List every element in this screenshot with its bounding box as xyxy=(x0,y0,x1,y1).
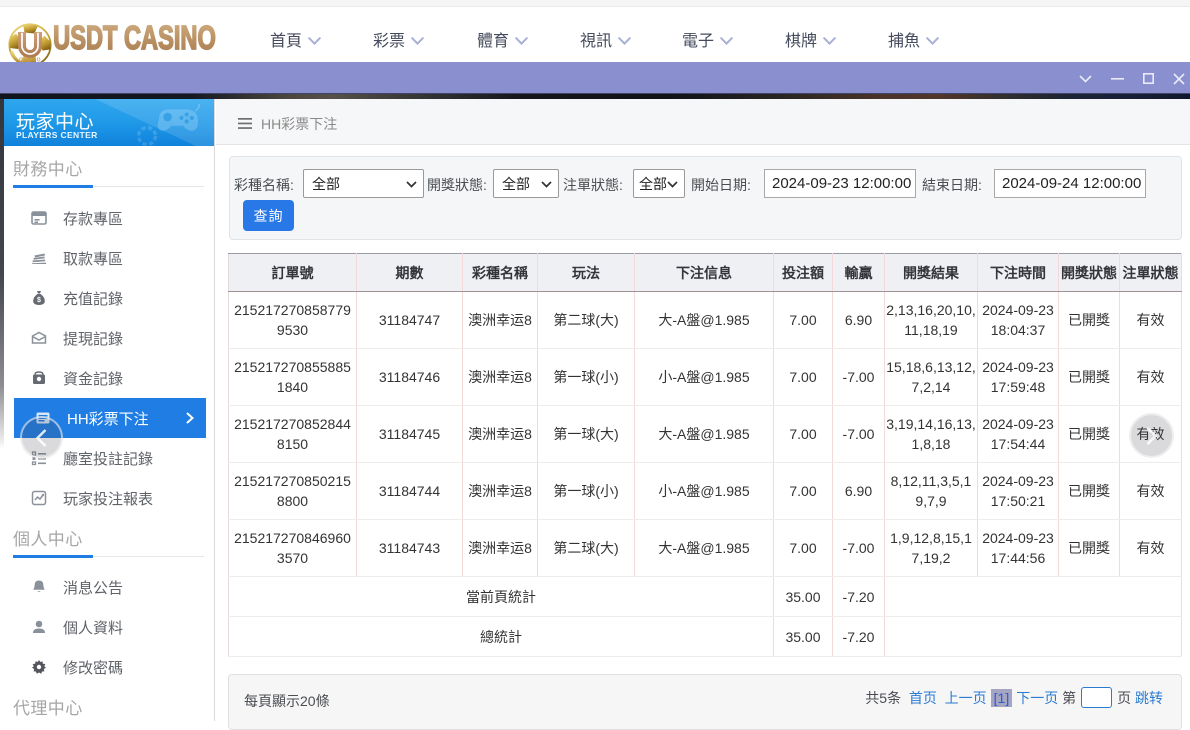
svg-text:$: $ xyxy=(37,297,41,304)
svg-text:USDT CASINO: USDT CASINO xyxy=(53,20,216,57)
